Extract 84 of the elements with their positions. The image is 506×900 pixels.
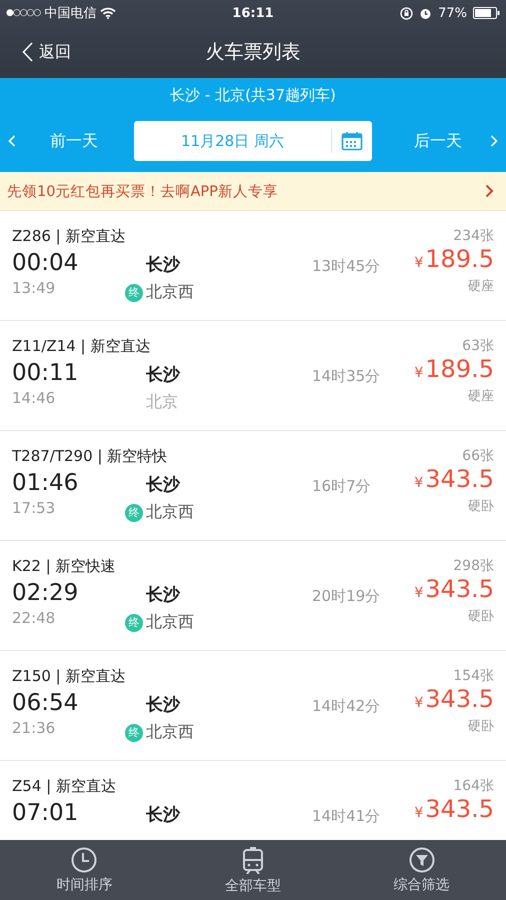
train-name: Z54 | 新空直达 bbox=[12, 777, 116, 796]
arrival-station: 北京西 bbox=[146, 502, 194, 523]
seat-type: 硬卧 bbox=[468, 608, 494, 625]
arrival-time: 21:36 bbox=[12, 719, 56, 737]
arrival-time: 22:48 bbox=[12, 609, 56, 627]
ticket-count: 164张 bbox=[453, 777, 494, 795]
ticket-count: 66张 bbox=[462, 447, 494, 465]
trip-duration: 13时45分 bbox=[312, 256, 382, 277]
arrival-time: 14:46 bbox=[12, 389, 56, 407]
train-row[interactable]: Z286 | 新空直达 00:04 13:49 长沙 终 北京西 13时45分 234张 ¥189.5 硬座 bbox=[0, 211, 506, 321]
train-name: K22 | 新空快速 bbox=[12, 557, 116, 576]
train-name: Z150 | 新空直达 bbox=[12, 667, 126, 686]
departure-time: 00:04 bbox=[12, 250, 78, 276]
signal-strength: ●○○○○ bbox=[6, 8, 40, 18]
promo-banner[interactable]: 先领10元红包再买票！去啊APP新人专享 bbox=[0, 172, 506, 211]
train-row[interactable]: Z11/Z14 | 新空直达 00:11 14:46 长沙 北京 14时35分 63张 ¥189.5 硬座 bbox=[0, 321, 506, 431]
clock-icon bbox=[71, 846, 98, 872]
ticket-price: ¥343.5 bbox=[414, 465, 494, 493]
trip-duration: 14时41分 bbox=[312, 806, 382, 827]
chevron-left-icon bbox=[8, 135, 16, 147]
bottom-tab[interactable]: 全部车型 bbox=[168, 840, 338, 900]
train-name: T287/T290 | 新空特快 bbox=[12, 447, 168, 466]
bottom-tab[interactable]: 综合筛选 bbox=[337, 840, 506, 900]
battery-percent: 77% bbox=[438, 6, 467, 20]
arrival-station: 北京西 bbox=[146, 612, 194, 633]
departure-time: 02:29 bbox=[12, 580, 78, 606]
rotation-lock-icon bbox=[400, 6, 414, 20]
seat-type: 硬卧 bbox=[468, 498, 494, 515]
ticket-count: 154张 bbox=[453, 667, 494, 685]
ticket-price: ¥189.5 bbox=[414, 245, 494, 273]
back-button[interactable]: 返回 bbox=[0, 42, 71, 62]
train-name: Z11/Z14 | 新空直达 bbox=[12, 337, 150, 356]
train-icon bbox=[242, 846, 264, 874]
ticket-count: 63张 bbox=[462, 337, 494, 355]
chevron-left-icon bbox=[22, 42, 33, 62]
train-row[interactable]: K22 | 新空快速 02:29 22:48 长沙 终 北京西 20时19分 298张 ¥343.5 硬卧 bbox=[0, 541, 506, 651]
alarm-icon bbox=[419, 6, 432, 20]
departure-station: 长沙 bbox=[146, 584, 182, 606]
arrival-station: 北京 bbox=[146, 392, 178, 413]
page-title: 火车票列表 bbox=[206, 40, 300, 65]
wifi-icon bbox=[100, 7, 116, 19]
terminal-badge: 终 bbox=[125, 504, 143, 522]
trip-duration: 20时19分 bbox=[312, 586, 382, 607]
seat-type: 硬卧 bbox=[468, 718, 494, 735]
ticket-price: ¥343.5 bbox=[414, 795, 494, 823]
departure-station: 长沙 bbox=[146, 364, 182, 386]
ticket-price: ¥189.5 bbox=[414, 355, 494, 383]
ticket-count: 234张 bbox=[453, 227, 494, 245]
arrival-station: 北京西 bbox=[146, 722, 194, 743]
train-row[interactable]: Z54 | 新空直达 07:01 长沙 14时41分 164张 ¥343.5 bbox=[0, 761, 506, 840]
departure-station: 长沙 bbox=[146, 474, 182, 496]
train-name: Z286 | 新空直达 bbox=[12, 227, 126, 246]
departure-time: 00:11 bbox=[12, 360, 78, 386]
filter-icon bbox=[408, 846, 435, 872]
terminal-badge: 终 bbox=[125, 614, 143, 632]
terminal-badge: 终 bbox=[125, 284, 143, 302]
departure-station: 长沙 bbox=[146, 254, 182, 276]
ticket-price: ¥343.5 bbox=[414, 575, 494, 603]
chevron-right-icon bbox=[485, 184, 494, 198]
departure-time: 06:54 bbox=[12, 690, 78, 716]
train-row[interactable]: T287/T290 | 新空特快 01:46 17:53 长沙 终 北京西 16时7分 66张 ¥343.5 硬卧 bbox=[0, 431, 506, 541]
carrier-name: 中国电信 bbox=[44, 5, 96, 22]
clock-time: 16:11 bbox=[232, 6, 274, 20]
ticket-price: ¥343.5 bbox=[414, 685, 494, 713]
seat-type: 硬座 bbox=[468, 278, 494, 295]
terminal-badge: 终 bbox=[125, 724, 143, 742]
battery-icon bbox=[473, 7, 500, 19]
departure-station: 长沙 bbox=[146, 804, 182, 826]
departure-time: 01:46 bbox=[12, 470, 78, 496]
promo-text: 先领10元红包再买票！去啊APP新人专享 bbox=[7, 182, 278, 200]
arrival-station: 北京西 bbox=[146, 282, 194, 303]
trip-duration: 14时42分 bbox=[312, 696, 382, 717]
arrival-time: 13:49 bbox=[12, 279, 56, 297]
departure-station: 长沙 bbox=[146, 694, 182, 716]
seat-type: 硬座 bbox=[468, 388, 494, 405]
trip-duration: 14时35分 bbox=[312, 366, 382, 387]
train-row[interactable]: Z150 | 新空直达 06:54 21:36 长沙 终 北京西 14时42分 154张 ¥343.5 硬卧 bbox=[0, 651, 506, 761]
departure-time: 07:01 bbox=[12, 800, 78, 826]
ticket-count: 298张 bbox=[453, 557, 494, 575]
trip-duration: 16时7分 bbox=[312, 476, 372, 497]
arrival-time: 17:53 bbox=[12, 499, 56, 517]
chevron-right-icon bbox=[490, 135, 498, 147]
bottom-tab[interactable]: 时间排序 bbox=[0, 840, 169, 900]
route-summary: 长沙 - 北京(共37趟列车) bbox=[169, 85, 337, 106]
